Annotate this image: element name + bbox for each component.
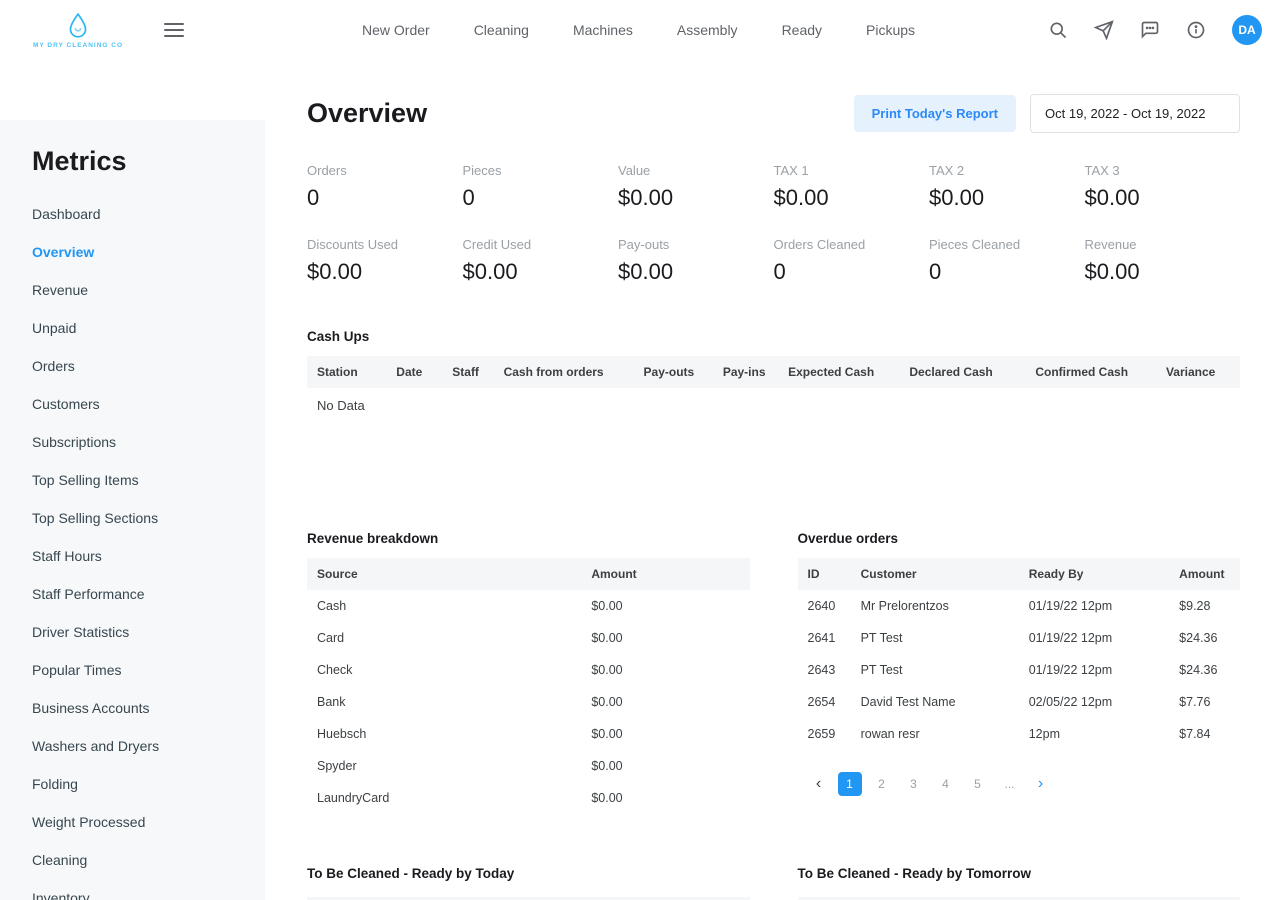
table-row: Card $0.00 (317, 631, 623, 645)
droplet-logo-icon (65, 12, 91, 40)
pagination: ‹ 1 2 3 4 5 ... › (798, 772, 1241, 796)
sidebar-item-popular-times[interactable]: Popular Times (32, 651, 233, 689)
table-row: Check $0.00 (317, 663, 623, 677)
table-row: LaundryCard $0.00 (317, 791, 623, 805)
cash-ups-section: Cash Ups Station Date Staff Cash from or… (307, 329, 1240, 423)
stat-orders: Orders 0 (307, 163, 347, 210)
pagination-page-3[interactable]: 3 (902, 772, 926, 796)
to-be-cleaned-today-section: To Be Cleaned - Ready by Today (307, 866, 750, 900)
table-header-row: ID Customer Ready By Amount (797, 558, 1240, 590)
sidebar-item-subscriptions[interactable]: Subscriptions (32, 423, 233, 461)
pagination-page-4[interactable]: 4 (934, 772, 958, 796)
pagination-page-5[interactable]: 5 (966, 772, 990, 796)
info-icon[interactable] (1186, 20, 1206, 40)
pagination-page-2[interactable]: 2 (870, 772, 894, 796)
sidebar-item-overview[interactable]: Overview (32, 233, 233, 271)
stat-pieces-cleaned: Pieces Cleaned 0 (929, 237, 1021, 284)
stat-tax2: TAX 2 $0.00 (929, 163, 985, 210)
table-row: Huebsch $0.00 (317, 727, 623, 741)
topbar: MY DRY CLEANING CO New Order Cleaning Ma… (0, 0, 1280, 60)
overview-page: Overview Print Today's Report Orders 0 P… (265, 60, 1280, 900)
stat-tax1: TAX 1 $0.00 (773, 163, 829, 210)
sidebar-item-revenue[interactable]: Revenue (32, 271, 233, 309)
table-header-row: Station Date Staff Cash from orders Pay-… (307, 356, 1240, 388)
stat-pay-outs: Pay-outs $0.00 (618, 237, 674, 284)
sidebar-item-staff-performance[interactable]: Staff Performance (32, 575, 233, 613)
table-header-row: Source Amount (307, 558, 750, 590)
table-row: Spyder $0.00 (317, 759, 623, 773)
avatar[interactable]: DA (1232, 15, 1262, 45)
revenue-breakdown-title: Revenue breakdown (307, 531, 439, 546)
sidebar-item-weight-processed[interactable]: Weight Processed (32, 803, 233, 841)
to-be-cleaned-tomorrow-section: To Be Cleaned - Ready by Tomorrow (797, 866, 1240, 900)
sidebar-item-top-selling-sections[interactable]: Top Selling Sections (32, 499, 233, 537)
page-title: Overview (307, 98, 428, 128)
table-row[interactable]: 2643 PT Test 01/19/22 12pm $24.36 (798, 654, 1241, 686)
nav-machines[interactable]: Machines (573, 22, 633, 38)
overdue-orders-title: Overdue orders (797, 531, 899, 546)
table-row: Bank $0.00 (317, 695, 623, 709)
pagination-next-icon[interactable]: › (1030, 773, 1052, 795)
to-be-cleaned-tomorrow-title: To Be Cleaned - Ready by Tomorrow (797, 866, 1032, 881)
sidebar-item-washers-and-dryers[interactable]: Washers and Dryers (32, 727, 233, 765)
pagination-prev-icon[interactable]: ‹ (808, 773, 830, 795)
sidebar-item-orders[interactable]: Orders (32, 347, 233, 385)
table-row[interactable]: 2641 PT Test 01/19/22 12pm $24.36 (798, 622, 1241, 654)
stats-grid: Orders 0 Pieces 0 Value $0.00 TAX 1 $0.0… (307, 163, 1240, 285)
print-report-button[interactable]: Print Today's Report (853, 95, 1016, 132)
stat-orders-cleaned: Orders Cleaned 0 (773, 237, 866, 284)
logo-text: MY DRY CLEANING CO (32, 41, 124, 49)
top-navigation: New Order Cleaning Machines Assembly Rea… (362, 22, 915, 38)
send-icon[interactable] (1093, 20, 1114, 41)
sidebar-item-customers[interactable]: Customers (32, 385, 233, 423)
table-row: Cash $0.00 (317, 599, 623, 613)
sidebar-item-staff-hours[interactable]: Staff Hours (32, 537, 233, 575)
revenue-breakdown-table: Source Amount Cash $0.00 Card $0.00 Chec… (307, 558, 750, 814)
search-icon[interactable] (1048, 20, 1068, 40)
nav-ready[interactable]: Ready (782, 22, 822, 38)
date-range-input[interactable] (1030, 94, 1240, 133)
chat-icon[interactable] (1140, 20, 1160, 40)
sidebar-item-cleaning[interactable]: Cleaning (32, 841, 233, 879)
cash-ups-empty-state: No Data (317, 398, 365, 413)
cash-ups-title: Cash Ups (307, 329, 370, 344)
revenue-breakdown-section: Revenue breakdown Source Amount Cash $0.… (307, 531, 750, 814)
pagination-page-1[interactable]: 1 (837, 772, 862, 796)
stat-credit-used: Credit Used $0.00 (462, 237, 532, 284)
table-row[interactable]: 2640 Mr Prelorentzos 01/19/22 12pm $9.28 (798, 590, 1241, 622)
overdue-orders-section: Overdue orders ID Customer Ready By Amou… (797, 531, 1241, 814)
table-row[interactable]: 2654 David Test Name 02/05/22 12pm $7.76 (798, 686, 1241, 718)
nav-new-order[interactable]: New Order (362, 22, 430, 38)
nav-pickups[interactable]: Pickups (866, 22, 915, 38)
sidebar-title: Metrics (32, 146, 127, 176)
stat-value: Value $0.00 (618, 163, 674, 210)
sidebar-item-dashboard[interactable]: Dashboard (32, 195, 233, 233)
metrics-sidebar: Metrics Dashboard Overview Revenue Unpai… (0, 120, 265, 900)
table-row[interactable]: 2659 rowan resr 12pm $7.84 (798, 718, 1241, 750)
to-be-cleaned-today-title: To Be Cleaned - Ready by Today (307, 866, 515, 881)
hamburger-menu-icon[interactable] (164, 19, 184, 41)
sidebar-item-business-accounts[interactable]: Business Accounts (32, 689, 233, 727)
cash-ups-table: Station Date Staff Cash from orders Pay-… (307, 356, 1240, 388)
topbar-icons: DA (1048, 15, 1262, 45)
pagination-ellipsis[interactable]: ... (998, 772, 1022, 796)
stat-discounts-used: Discounts Used $0.00 (307, 237, 399, 284)
overdue-orders-table: ID Customer Ready By Amount 2640 Mr Prel… (797, 558, 1241, 750)
stat-pieces: Pieces 0 (462, 163, 502, 210)
stat-revenue: Revenue $0.00 (1084, 237, 1140, 284)
sidebar-item-folding[interactable]: Folding (32, 765, 233, 803)
sidebar-item-inventory[interactable]: Inventory (32, 879, 233, 900)
sidebar-item-unpaid[interactable]: Unpaid (32, 309, 233, 347)
nav-assembly[interactable]: Assembly (677, 22, 738, 38)
sidebar-item-top-selling-items[interactable]: Top Selling Items (32, 461, 233, 499)
nav-cleaning[interactable]: Cleaning (474, 22, 529, 38)
app-logo[interactable]: MY DRY CLEANING CO (18, 12, 138, 49)
sidebar-item-driver-statistics[interactable]: Driver Statistics (32, 613, 233, 651)
stat-tax3: TAX 3 $0.00 (1084, 163, 1140, 210)
